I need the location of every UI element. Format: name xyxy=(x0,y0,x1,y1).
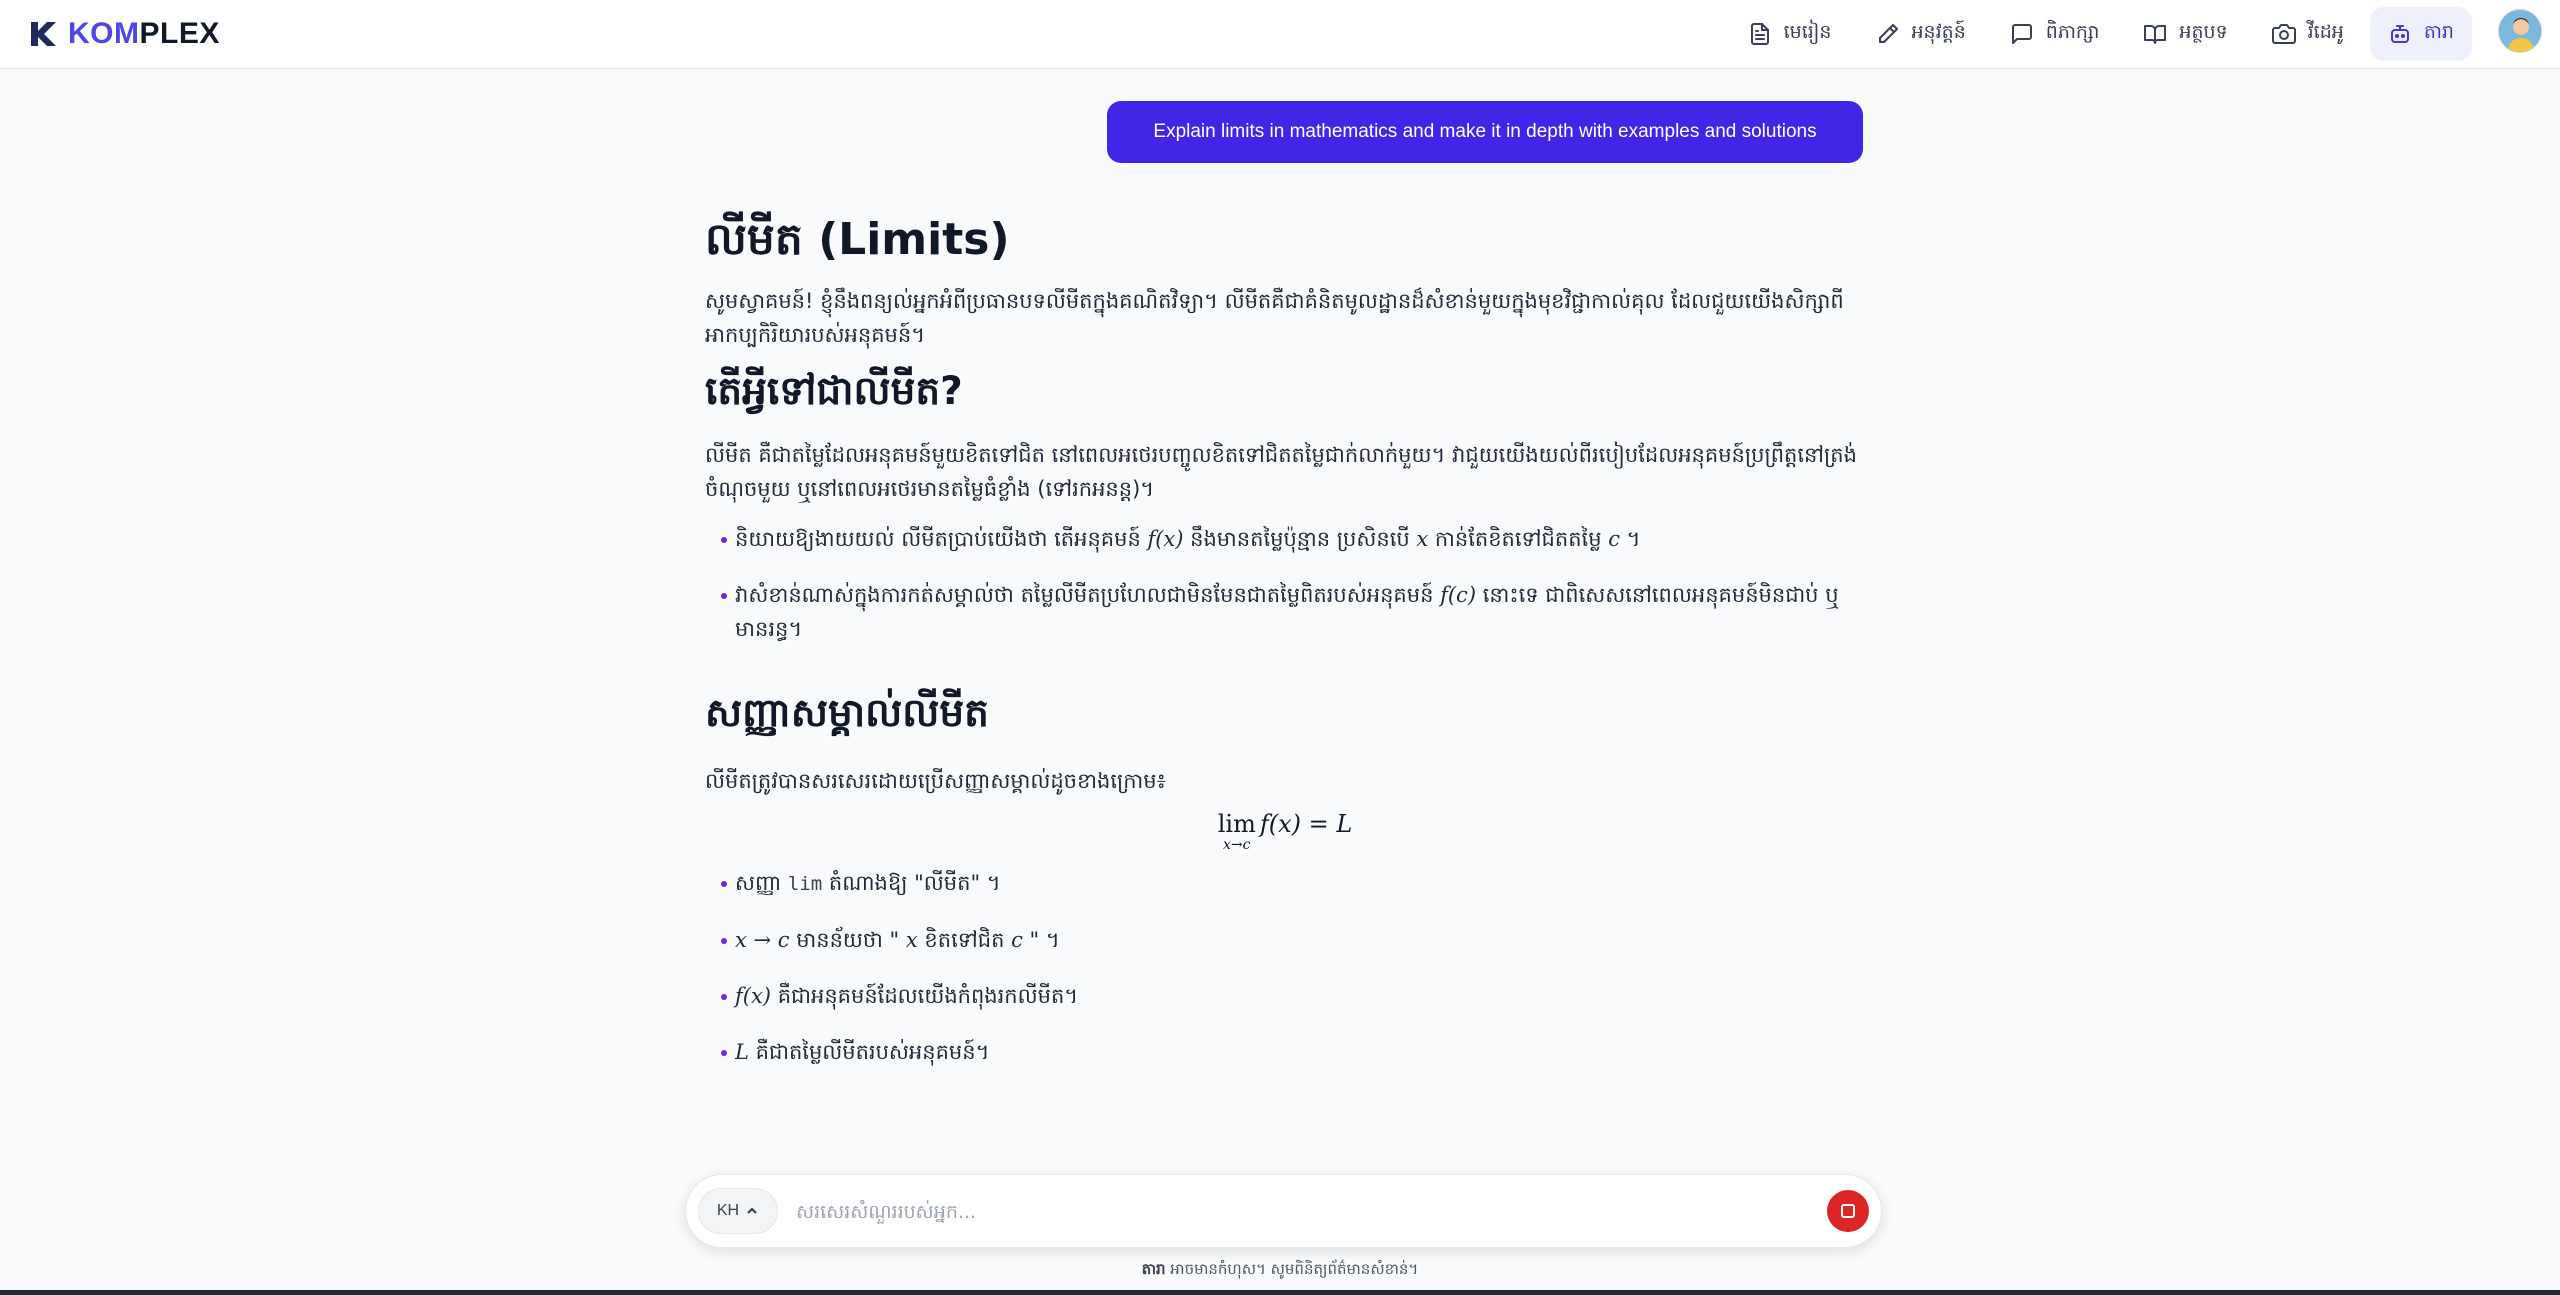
document-icon xyxy=(1750,23,1769,45)
book-open-icon xyxy=(2144,25,2167,44)
language-label: KH xyxy=(716,1202,740,1219)
list-item: L គឺជាតម្លៃលីមីតរបស់អនុគមន៍។ xyxy=(705,1035,1865,1069)
stop-generation-button[interactable] xyxy=(1827,1190,1869,1232)
answer-intro: សូមស្វាគមន៍! ខ្ញុំនឹងពន្យល់អ្នកអំពីប្រធា… xyxy=(705,289,1844,347)
limit-operator: lim x→c xyxy=(1217,810,1256,853)
user-message-text: Explain limits in mathematics and make i… xyxy=(1153,121,1817,142)
nav-item-lessons[interactable]: មេរៀន xyxy=(1730,7,1850,61)
formula-body: f(x) = L xyxy=(1259,810,1353,838)
chat-bubble-icon xyxy=(2011,24,2032,44)
code-inline: lim xyxy=(787,873,823,895)
komplex-logo-icon xyxy=(31,22,56,46)
bullet-list: និយាយឱ្យងាយយល់ លីមីតប្រាប់យើងថា តើអនុគមន… xyxy=(705,522,1865,646)
bullet-list: សញ្ញា lim តំណាងឱ្យ "លីមីត" ។ x → c មានន័… xyxy=(705,866,1865,1069)
section-heading-notation: សញ្ញាសម្គាល់លីមីត xyxy=(705,691,989,736)
math-inline: c xyxy=(1608,527,1620,551)
nav-item-forum[interactable]: ពិភាក្សា xyxy=(1992,7,2118,61)
user-avatar[interactable] xyxy=(2498,9,2542,53)
nav-item-label: អត្ថបទ xyxy=(2179,21,2228,43)
chevron-up-icon xyxy=(747,1207,757,1214)
avatar-image xyxy=(2499,10,2541,52)
answer-title: លីមីត (Limits) xyxy=(705,214,1010,265)
math-inline: c xyxy=(1011,928,1023,952)
math-inline: L xyxy=(735,1040,749,1064)
math-inline: x → c xyxy=(735,928,790,952)
main-nav: មេរៀន អនុវត្តន៍ ពិភាក្សា អត្ថបទ វីដេអូ ត… xyxy=(1730,6,2472,62)
math-inline: f(c) xyxy=(1440,583,1477,607)
chat-message-input[interactable] xyxy=(796,1193,1696,1231)
brand-name: KOMPLEX xyxy=(68,17,220,50)
nav-item-label: តារា xyxy=(2423,21,2454,43)
math-inline: x xyxy=(1416,527,1429,551)
math-inline: f(x) xyxy=(1147,527,1184,551)
robot-icon xyxy=(2390,25,2409,43)
stop-square-icon xyxy=(1841,1204,1855,1218)
nav-item-label: អនុវត្តន៍ xyxy=(1911,21,1966,43)
nav-item-label: ពិភាក្សា xyxy=(2045,21,2100,43)
assistant-response: លីមីត (Limits) សូមស្វាគមន៍! ខ្ញុំនឹងពន្យ… xyxy=(705,210,1865,1069)
nav-item-ai-assistant[interactable]: តារា xyxy=(2369,7,2472,61)
nav-item-label: វីដេអូ xyxy=(2307,21,2344,43)
user-message-bubble: Explain limits in mathematics and make i… xyxy=(1107,101,1863,163)
list-item: និយាយឱ្យងាយយល់ លីមីតប្រាប់យើងថា តើអនុគមន… xyxy=(705,522,1865,556)
window-bottom-edge xyxy=(0,1290,2560,1295)
language-toggle-button[interactable]: KH xyxy=(698,1188,778,1234)
list-item: សញ្ញា lim តំណាងឱ្យ "លីមីត" ។ xyxy=(705,866,1865,901)
list-item: វាសំខាន់ណាស់ក្នុងការកត់សម្គាល់ថា តម្លៃលី… xyxy=(705,578,1865,646)
nav-item-label: មេរៀន xyxy=(1783,21,1832,43)
section-paragraph: លីមីត គឺជាតម្លៃដែលអនុគមន៍មួយខិតទៅជិត នៅព… xyxy=(705,443,1857,501)
section-heading-what-is-limit: តើអ្វីទៅជាលីមីត? xyxy=(705,369,963,414)
camera-icon xyxy=(2271,24,2296,44)
math-inline: f(x) xyxy=(735,984,772,1008)
brand-logo[interactable]: KOMPLEX xyxy=(28,14,220,54)
nav-item-videos[interactable]: វីដេអូ xyxy=(2254,7,2362,61)
limit-formula: lim x→c f(x) = L xyxy=(705,810,1865,866)
nav-item-articles[interactable]: អត្ថបទ xyxy=(2125,7,2245,61)
ai-disclaimer: តារា អាចមានកំហុស។ សូមពិនិត្យព័ត៌មានសំខាន… xyxy=(1141,1260,1419,1278)
nav-item-practice[interactable]: អនុវត្តន៍ xyxy=(1858,7,1984,61)
list-item: x → c មានន័យថា " x ខិតទៅជិត c " ។ xyxy=(705,923,1865,957)
list-item: f(x) គឺជាអនុគមន៍ដែលយើងកំពុងរកលីមីត។ xyxy=(705,979,1865,1013)
chat-composer: KH xyxy=(685,1174,1882,1248)
section-paragraph: លីមីតត្រូវបានសរសេរដោយប្រើសញ្ញាសម្គាល់ដូច… xyxy=(705,769,1166,793)
top-navbar: KOMPLEX មេរៀន អនុវត្តន៍ ពិភាក្សា អត្ថបទ … xyxy=(0,0,2560,69)
pencil-icon xyxy=(1878,24,1898,43)
math-inline: x xyxy=(905,928,918,952)
